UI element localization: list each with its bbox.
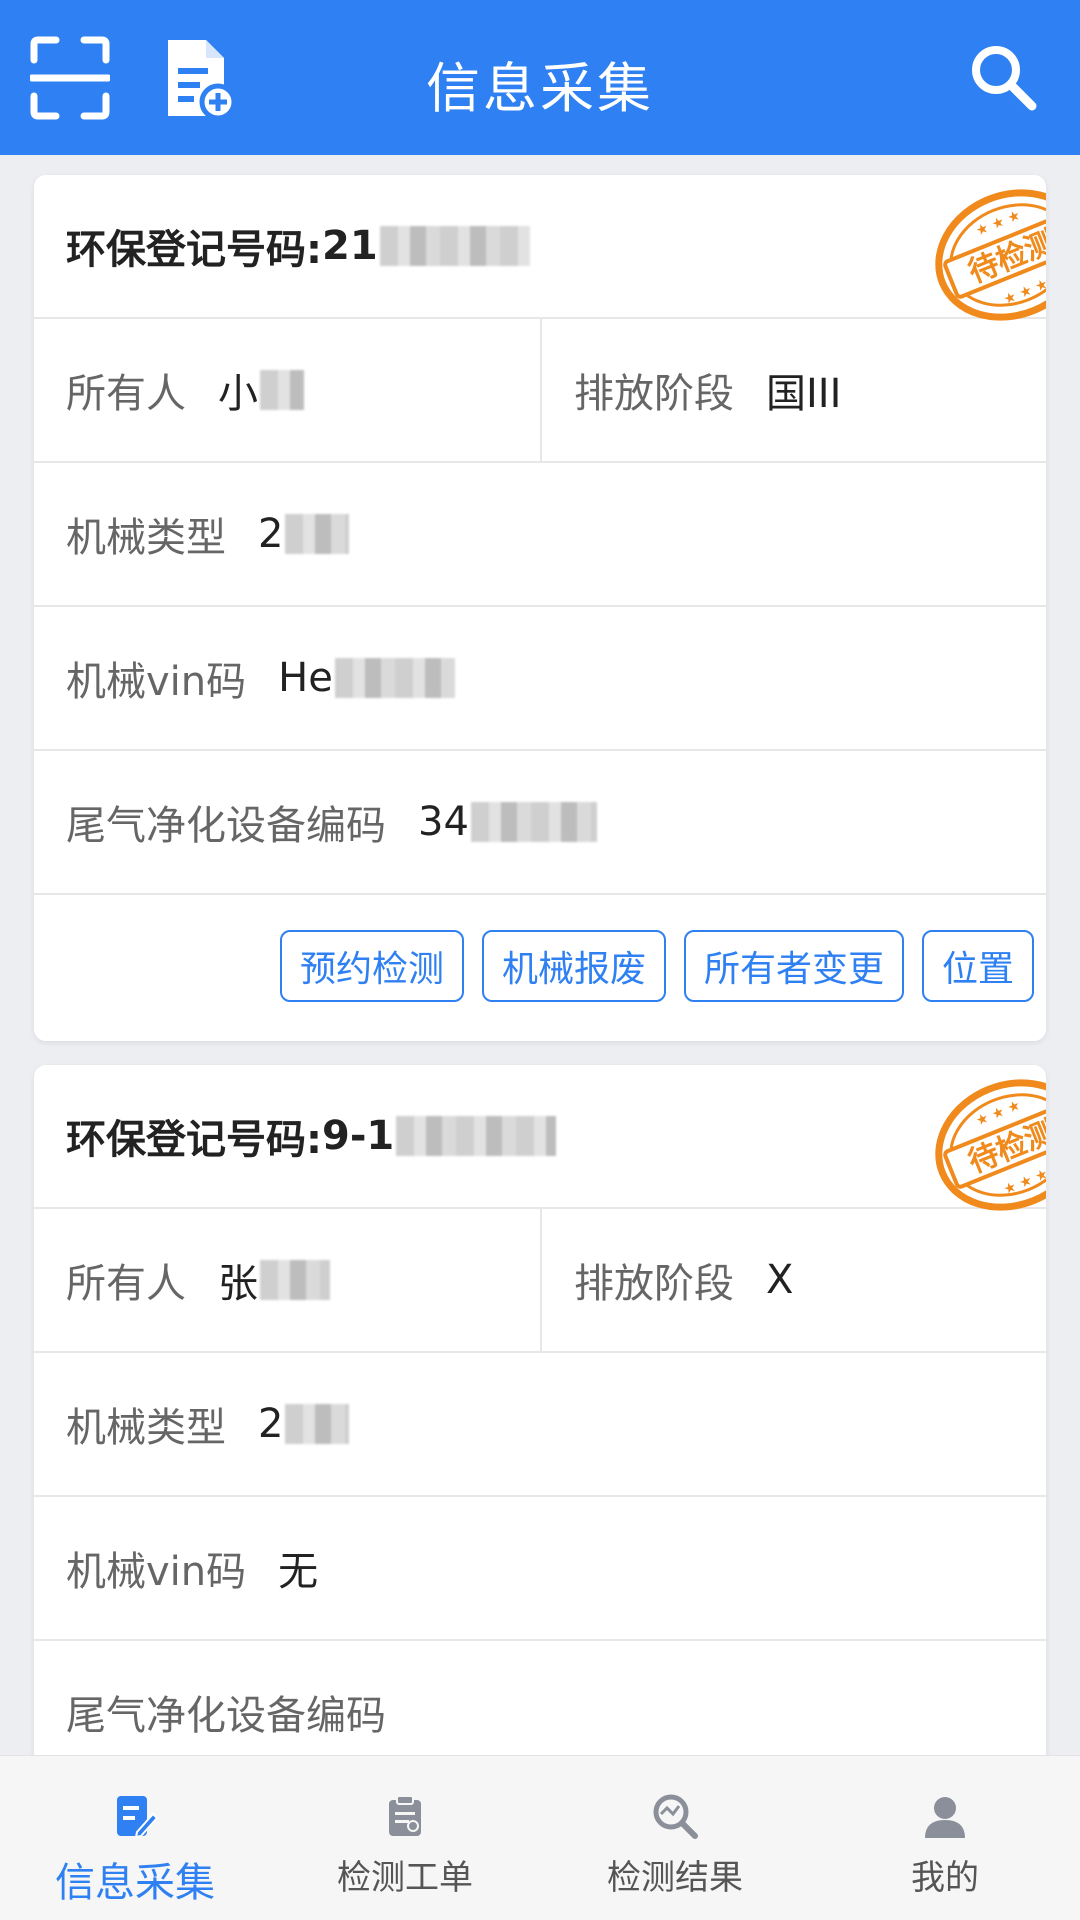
user-icon [925, 1797, 965, 1838]
record-list[interactable]: 环保登记号码: 21 待检测 ★ ★ ★ ★ ★ ★ 所有人 小 排放阶段 国I [0, 155, 1080, 1755]
owner-label: 所有人 [66, 1261, 186, 1307]
form-edit-icon [117, 1796, 159, 1839]
tab-inspection-orders[interactable]: 检测工单 [270, 1756, 540, 1920]
machine-type-value: 2 [258, 511, 284, 557]
svg-text:★ ★ ★: ★ ★ ★ [1001, 1166, 1046, 1198]
exhaust-device-label: 尾气净化设备编码 [66, 803, 386, 849]
scrap-machine-button[interactable]: 机械报废 [481, 930, 666, 1002]
emission-stage-label: 排放阶段 [574, 371, 734, 417]
machine-type-row: 机械类型 2 [34, 463, 1046, 607]
redacted-text [285, 1404, 350, 1444]
registration-value: 21 [322, 223, 378, 269]
machine-type-value: 2 [258, 1401, 284, 1447]
clipboard-icon [389, 1795, 421, 1836]
vin-label: 机械vin码 [66, 659, 247, 705]
bottom-tab-bar: 信息采集 检测工单 检测结果 我的 [0, 1755, 1080, 1920]
page-title: 信息采集 [426, 57, 654, 120]
redacted-text [285, 514, 350, 554]
redacted-text [334, 658, 455, 698]
book-inspection-button[interactable]: 预约检测 [279, 930, 464, 1002]
registration-label: 环保登记号码: [66, 1117, 322, 1163]
result-search-icon [653, 1794, 698, 1839]
search-icon[interactable] [968, 42, 1038, 112]
exhaust-device-value: 34 [418, 799, 469, 845]
tab-mine[interactable]: 我的 [810, 1756, 1080, 1920]
machine-type-label: 机械类型 [66, 1405, 226, 1451]
owner-label: 所有人 [66, 371, 186, 417]
record-card[interactable]: 环保登记号码: 21 待检测 ★ ★ ★ ★ ★ ★ 所有人 小 排放阶段 国I [34, 175, 1046, 1041]
emission-stage-label: 排放阶段 [574, 1261, 734, 1307]
redacted-text [260, 1260, 330, 1300]
emission-stage-value: X [766, 1257, 794, 1303]
registration-row: 环保登记号码: 9-1 [34, 1065, 1046, 1209]
exhaust-device-label: 尾气净化设备编码 [66, 1693, 386, 1739]
tab-label: 检测工单 [337, 1858, 473, 1898]
vin-value: He [278, 655, 333, 701]
vin-value: 无 [278, 1549, 319, 1595]
exhaust-device-row: 尾气净化设备编码 34 [34, 751, 1046, 895]
owner-value: 张 [218, 1261, 258, 1307]
card-actions: 预约检测 机械报废 所有者变更 位置 [34, 895, 1046, 1037]
machine-type-label: 机械类型 [66, 515, 226, 561]
registration-value: 9-1 [322, 1113, 395, 1159]
tab-label: 信息采集 [55, 1860, 215, 1906]
owner-value: 小 [218, 371, 258, 417]
vin-row: 机械vin码 He [34, 607, 1046, 751]
vin-row: 机械vin码 无 [34, 1497, 1046, 1641]
pending-inspection-stamp: 待检测 ★ ★ ★ ★ ★ ★ [935, 189, 1046, 321]
registration-row: 环保登记号码: 21 [34, 175, 1046, 319]
top-app-bar: 信息采集 [0, 0, 1080, 155]
redacted-text [260, 370, 304, 410]
redacted-text [379, 226, 530, 266]
record-card[interactable]: 环保登记号码: 9-1 待检测 ★ ★ ★ ★ ★ ★ 所有人 张 排放阶段 X [34, 1065, 1046, 1755]
machine-type-row: 机械类型 2 [34, 1353, 1046, 1497]
redacted-text [470, 802, 597, 842]
location-button[interactable]: 位置 [921, 930, 1034, 1002]
emission-stage-value: 国III [766, 371, 842, 417]
tab-label: 我的 [911, 1858, 979, 1898]
tab-info-collection[interactable]: 信息采集 [0, 1756, 270, 1920]
exhaust-device-row: 尾气净化设备编码 [34, 1641, 1046, 1755]
tab-inspection-results[interactable]: 检测结果 [540, 1756, 810, 1920]
redacted-text [396, 1116, 557, 1156]
svg-text:★ ★ ★: ★ ★ ★ [1001, 276, 1046, 308]
owner-stage-row: 所有人 小 排放阶段 国III [34, 319, 1046, 463]
tab-label: 检测结果 [607, 1858, 743, 1898]
registration-label: 环保登记号码: [66, 227, 322, 273]
pending-inspection-stamp: 待检测 ★ ★ ★ ★ ★ ★ [935, 1079, 1046, 1211]
vin-label: 机械vin码 [66, 1549, 247, 1595]
change-owner-button[interactable]: 所有者变更 [683, 930, 904, 1002]
owner-stage-row: 所有人 张 排放阶段 X [34, 1209, 1046, 1353]
